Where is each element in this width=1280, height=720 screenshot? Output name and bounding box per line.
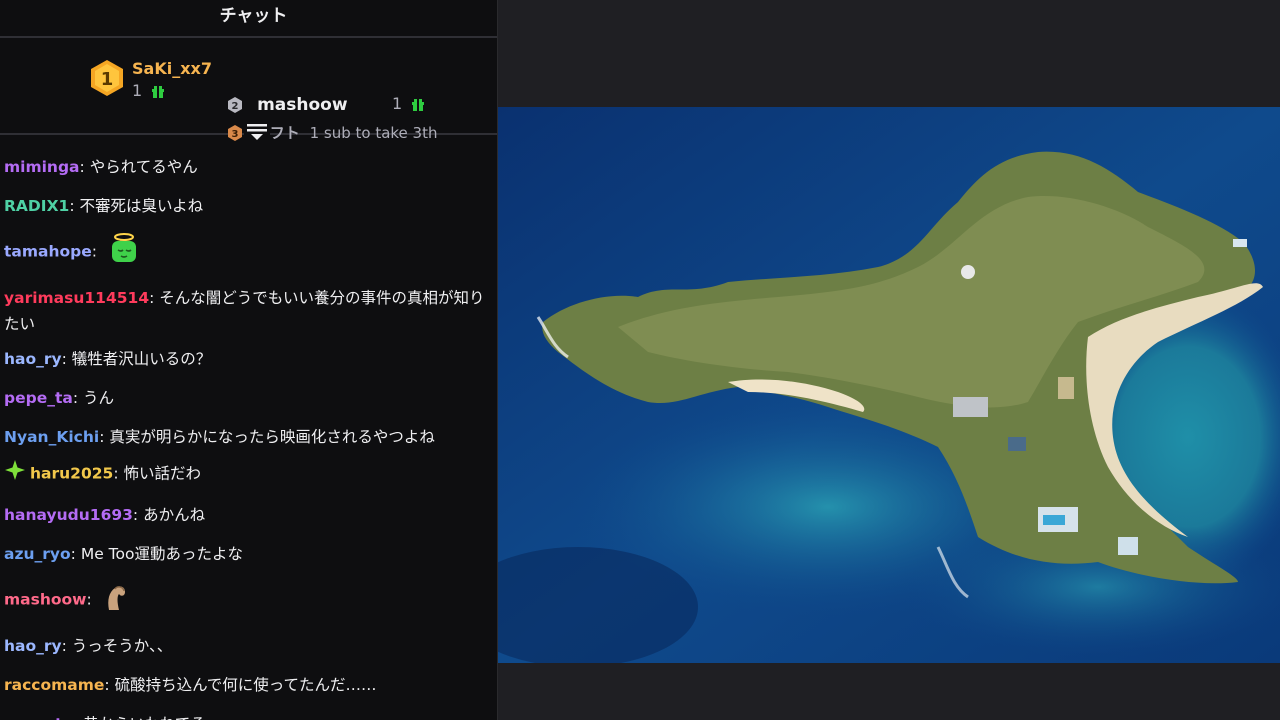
chat-colon: : (99, 428, 110, 446)
chat-message: azu_ryo: Me Too運動あったよな (0, 541, 497, 567)
chat-header: チャット (0, 0, 497, 38)
leaderboard-second[interactable]: 2 mashoow (226, 94, 348, 115)
chat-message-text: やられてるやん (89, 158, 198, 176)
chat-message-text: うん (83, 389, 115, 407)
chat-message: miminga: やられてるやん (0, 154, 497, 180)
chat-message: hao_ry: 犠牲者沢山いるの？ (0, 346, 497, 372)
bronze-rank-badge-icon: 3 (228, 124, 242, 141)
chat-username[interactable]: miminga (4, 158, 80, 176)
chat-message: pepe_ta: うん (0, 385, 497, 411)
chat-message: RADIX1: 不審死は臭いよね (0, 193, 497, 219)
leaderboard-third-hint: 1 sub to take 3th (309, 123, 438, 142)
collapse-leaderboard-icon[interactable] (244, 123, 270, 141)
leaderboard-second-count: 1 (392, 94, 425, 113)
chat-message-list: miminga: やられてるやん RADIX1: 不審死は臭いよね tamahope… (0, 154, 497, 720)
svg-text:1: 1 (101, 69, 114, 90)
chat-message-text: 犠牲者沢山いるの？ (71, 350, 212, 368)
halo-face-emote-icon[interactable] (108, 232, 140, 272)
chat-message: haru2025: 怖い話だわ (0, 459, 497, 489)
chat-message-text: Me Too運動あったよな (80, 545, 243, 563)
chat-message-text: うっそうか、、 (71, 637, 173, 655)
chat-message-text: 怖い話だわ (123, 464, 201, 483)
svg-text:2: 2 (232, 101, 239, 112)
chat-message-text: 真実が明らかになったら映画化されるやつよね (109, 428, 435, 446)
chat-message-text: 不審死は臭いよね (79, 197, 204, 215)
chat-username[interactable]: hao_ry (4, 637, 62, 655)
chat-message-text: 硫酸持ち込んで何に使ってたんだ…… (114, 676, 377, 694)
chat-username[interactable]: raccomame (4, 676, 104, 694)
chat-colon: : (72, 389, 83, 407)
chat-colon: : (69, 197, 80, 215)
chat-message-text: 昔からいわれてる (83, 715, 206, 720)
leaderboard-first-count: 1 (132, 81, 143, 100)
chat-username[interactable]: pepe_ta (4, 715, 73, 720)
leaderboard-second-name[interactable]: mashoow (257, 95, 347, 115)
chat-username[interactable]: pepe_ta (4, 389, 73, 407)
chat-message: hanayudu1693: あかんね (0, 502, 497, 528)
video-player[interactable] (498, 0, 1280, 720)
chat-username[interactable]: hao_ry (4, 350, 62, 368)
chat-colon: : (70, 545, 81, 563)
chat-username[interactable]: azu_ryo (4, 545, 71, 563)
chat-message: hao_ry: うっそうか、、 (0, 633, 497, 659)
chat-message: tamahope: (0, 232, 497, 272)
chat-username[interactable]: RADIX1 (4, 197, 69, 215)
video-frame[interactable] (498, 107, 1280, 663)
chat-message: mashoow: (0, 580, 497, 620)
chat-panel: チャット 1 SaKi_xx7 1 2 mashoow 1 3 ギフト 1 su… (0, 0, 498, 720)
chat-message: raccomame: 硫酸持ち込んで何に使ってたんだ…… (0, 672, 497, 698)
silver-rank-badge-icon: 2 (228, 96, 242, 113)
leaderboard-first-name[interactable]: SaKi_xx7 (132, 58, 212, 80)
chat-colon: : (61, 637, 72, 655)
chat-username[interactable]: yarimasu114514 (4, 289, 149, 307)
chat-username[interactable]: haru2025 (30, 465, 113, 483)
gold-rank-badge-icon: 1 (91, 60, 123, 96)
chat-colon: : (132, 506, 144, 524)
chat-title: チャット (219, 5, 288, 26)
chat-colon: : (79, 158, 90, 176)
leaderboard-first[interactable]: 1 SaKi_xx7 1 (88, 58, 212, 102)
chat-colon: : (73, 715, 83, 720)
svg-text:3: 3 (232, 129, 239, 140)
chat-message: yarimasu114514: そんな闇どうでもいい養分の事件の真相が知りたい (0, 285, 497, 337)
chat-colon: : (61, 350, 72, 368)
chat-message: pepe_ta: 昔からいわれてる (0, 711, 497, 720)
chat-colon: : (86, 590, 97, 609)
chat-colon: : (91, 242, 102, 261)
gift-icon (412, 98, 425, 111)
sparkle-badge-icon[interactable] (4, 459, 26, 489)
chat-colon: : (149, 289, 160, 307)
chat-username[interactable]: Nyan_Kichi (4, 428, 99, 446)
gift-icon (152, 85, 165, 98)
chat-message-text: あかんね (143, 506, 206, 524)
chat-colon: : (113, 464, 124, 483)
chat-username[interactable]: mashoow (4, 591, 87, 609)
flex-arm-emote-icon[interactable] (103, 580, 131, 620)
chat-colon: : (104, 676, 115, 694)
chat-username[interactable]: tamahope (4, 243, 92, 261)
chat-message: Nyan_Kichi: 真実が明らかになったら映画化されるやつよね (0, 424, 497, 450)
chat-username[interactable]: hanayudu1693 (4, 506, 133, 524)
gift-leaderboard: 1 SaKi_xx7 1 2 mashoow 1 3 ギフト 1 sub to … (0, 38, 497, 142)
